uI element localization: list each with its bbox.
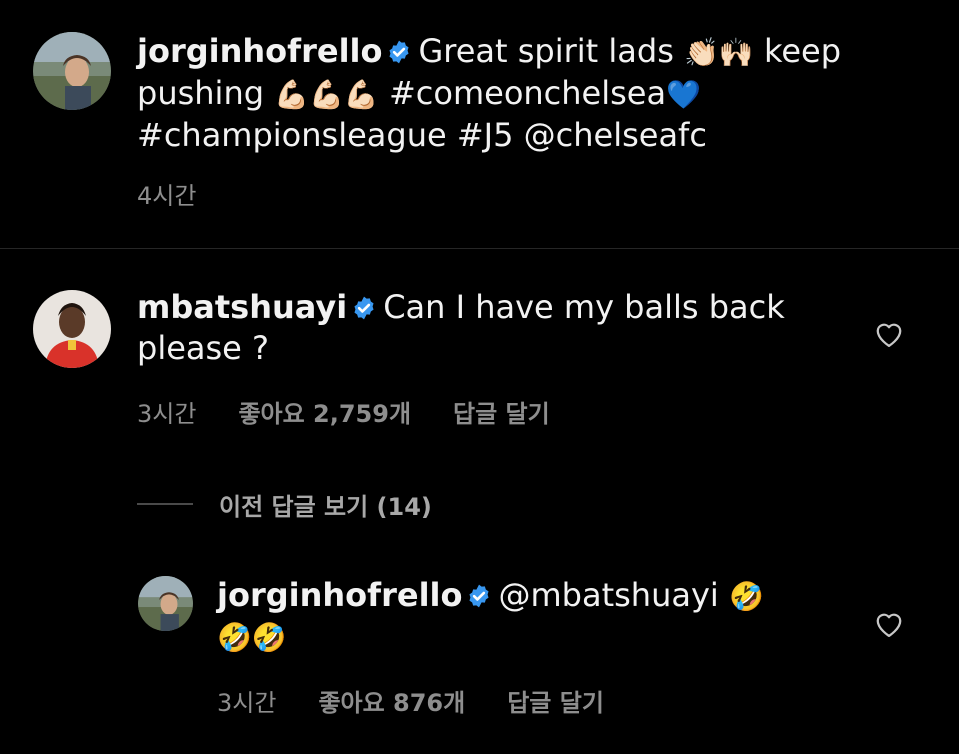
view-previous-replies-label[interactable]: 이전 답글 보기 (14) [219,487,432,522]
view-previous-replies[interactable]: 이전 답글 보기 (14) [137,484,432,524]
comment-body: mbatshuayi Can I have my balls back pleas… [137,287,837,369]
comment-like-heart-icon[interactable] [874,320,904,348]
reply-meta: 3시간 좋아요 876개 답글 달기 [217,683,646,718]
post-meta: 4시간 [137,176,238,211]
comment-likes-count[interactable]: 좋아요 2,759개 [238,400,411,428]
post-time: 4시간 [137,182,197,210]
caption-hashtags-mentions[interactable]: #championsleague #J5 @chelseafc [137,115,897,156]
reply-body: jorginhofrello @mbatshuayi 🤣 🤣🤣 [217,575,837,658]
reply-likes-count[interactable]: 좋아요 876개 [318,689,465,717]
comment-meta: 3시간 좋아요 2,759개 답글 달기 [137,394,592,429]
comment-text-1: Can I have my balls back [383,288,785,326]
reply-time: 3시간 [217,689,277,717]
reply-avatar[interactable] [138,576,193,631]
caption-divider [0,248,959,249]
post-username[interactable]: jorginhofrello [137,32,382,70]
avatar-image [33,290,111,368]
post-avatar[interactable] [33,32,111,110]
caption-emojis-muscle: 💪🏻💪🏻💪🏻 [274,78,379,111]
hashtag-comeonchelsea[interactable]: #comeonchelsea [389,74,666,112]
comment-text-2: please ? [137,329,270,367]
reply-username[interactable]: jorginhofrello [217,576,462,614]
reply-like-heart-icon[interactable] [874,610,904,638]
verified-badge-icon [466,583,492,609]
caption-text-pushing: pushing [137,74,265,112]
caption-emoji-blue-heart: 💙 [666,78,701,111]
caption-text-1: Great spirit lads [418,32,674,70]
comment-avatar[interactable] [33,290,111,368]
verified-badge-icon [351,295,377,321]
comment-username[interactable]: mbatshuayi [137,288,347,326]
avatar-image [138,576,193,631]
reply-emoji-laughing-1: 🤣 [728,580,764,613]
reply-mention[interactable]: @mbatshuayi [498,576,718,614]
caption-emojis-clap-raise: 👏🏻🙌🏻 [684,36,754,69]
reply-reply-button[interactable]: 답글 달기 [507,689,604,717]
reply-emoji-laughing-2: 🤣🤣 [217,621,287,654]
verified-badge-icon [386,39,412,65]
caption-text-keep: keep [763,32,842,70]
replies-thread-line [137,503,193,505]
avatar-image [33,32,111,110]
comment-time: 3시간 [137,400,197,428]
post-caption: jorginhofrello Great spirit lads 👏🏻🙌🏻 kee… [137,31,897,156]
comment-reply-button[interactable]: 답글 달기 [453,400,550,428]
